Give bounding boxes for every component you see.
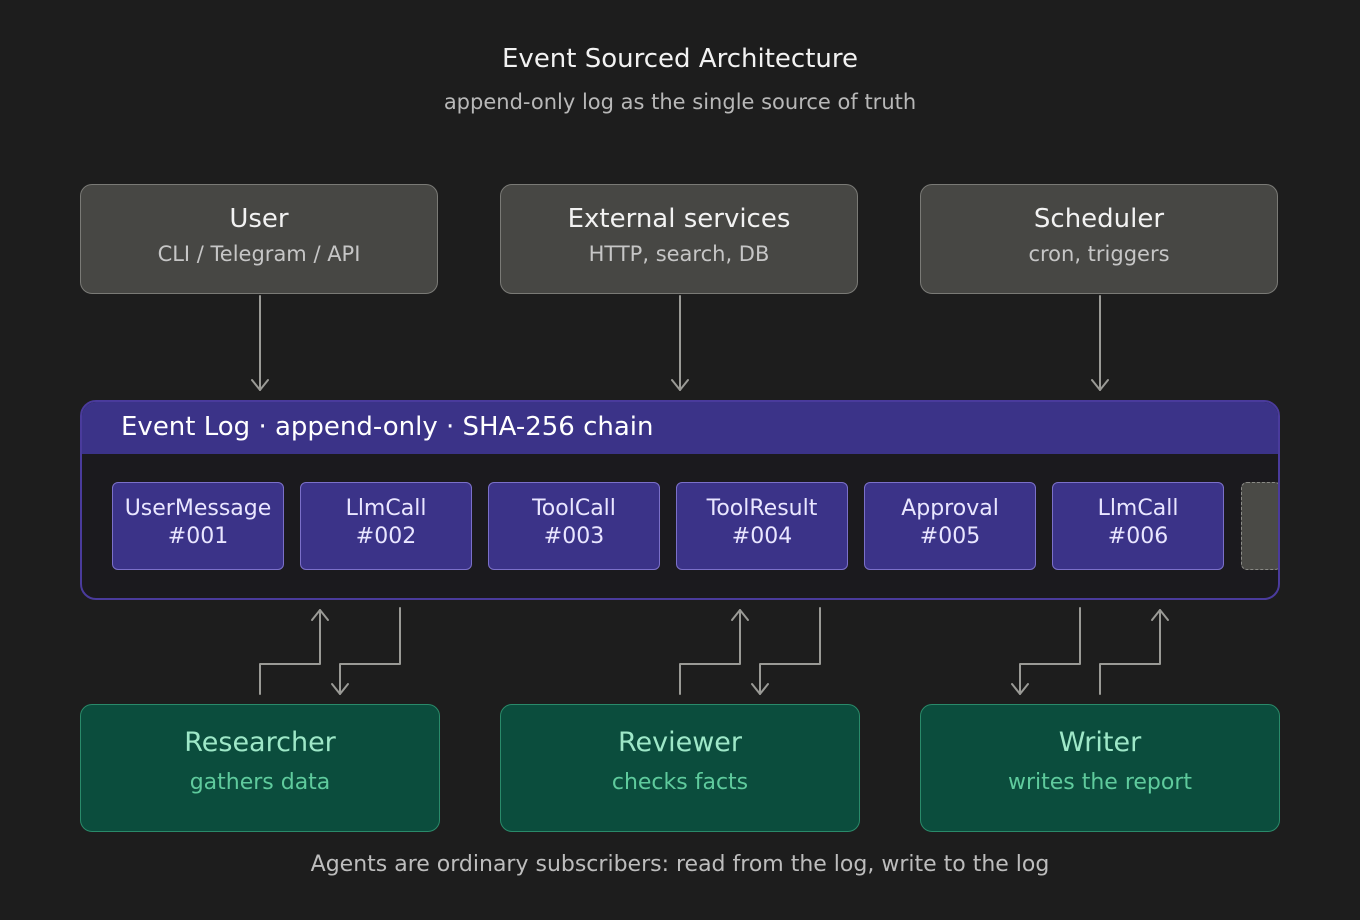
- connector-layer: [251, 295, 1169, 695]
- arrow-writer-write: [1099, 609, 1169, 695]
- arrow-reviewer-read: [751, 607, 821, 695]
- arrow-researcher-write: [259, 609, 329, 695]
- arrow-scheduler-to-log: [1091, 295, 1109, 391]
- arrow-reviewer-write: [679, 609, 749, 695]
- arrow-user-to-log: [251, 295, 269, 391]
- arrow-external-to-log: [671, 295, 689, 391]
- arrow-researcher-read: [331, 607, 401, 695]
- arrow-writer-read: [1011, 607, 1081, 695]
